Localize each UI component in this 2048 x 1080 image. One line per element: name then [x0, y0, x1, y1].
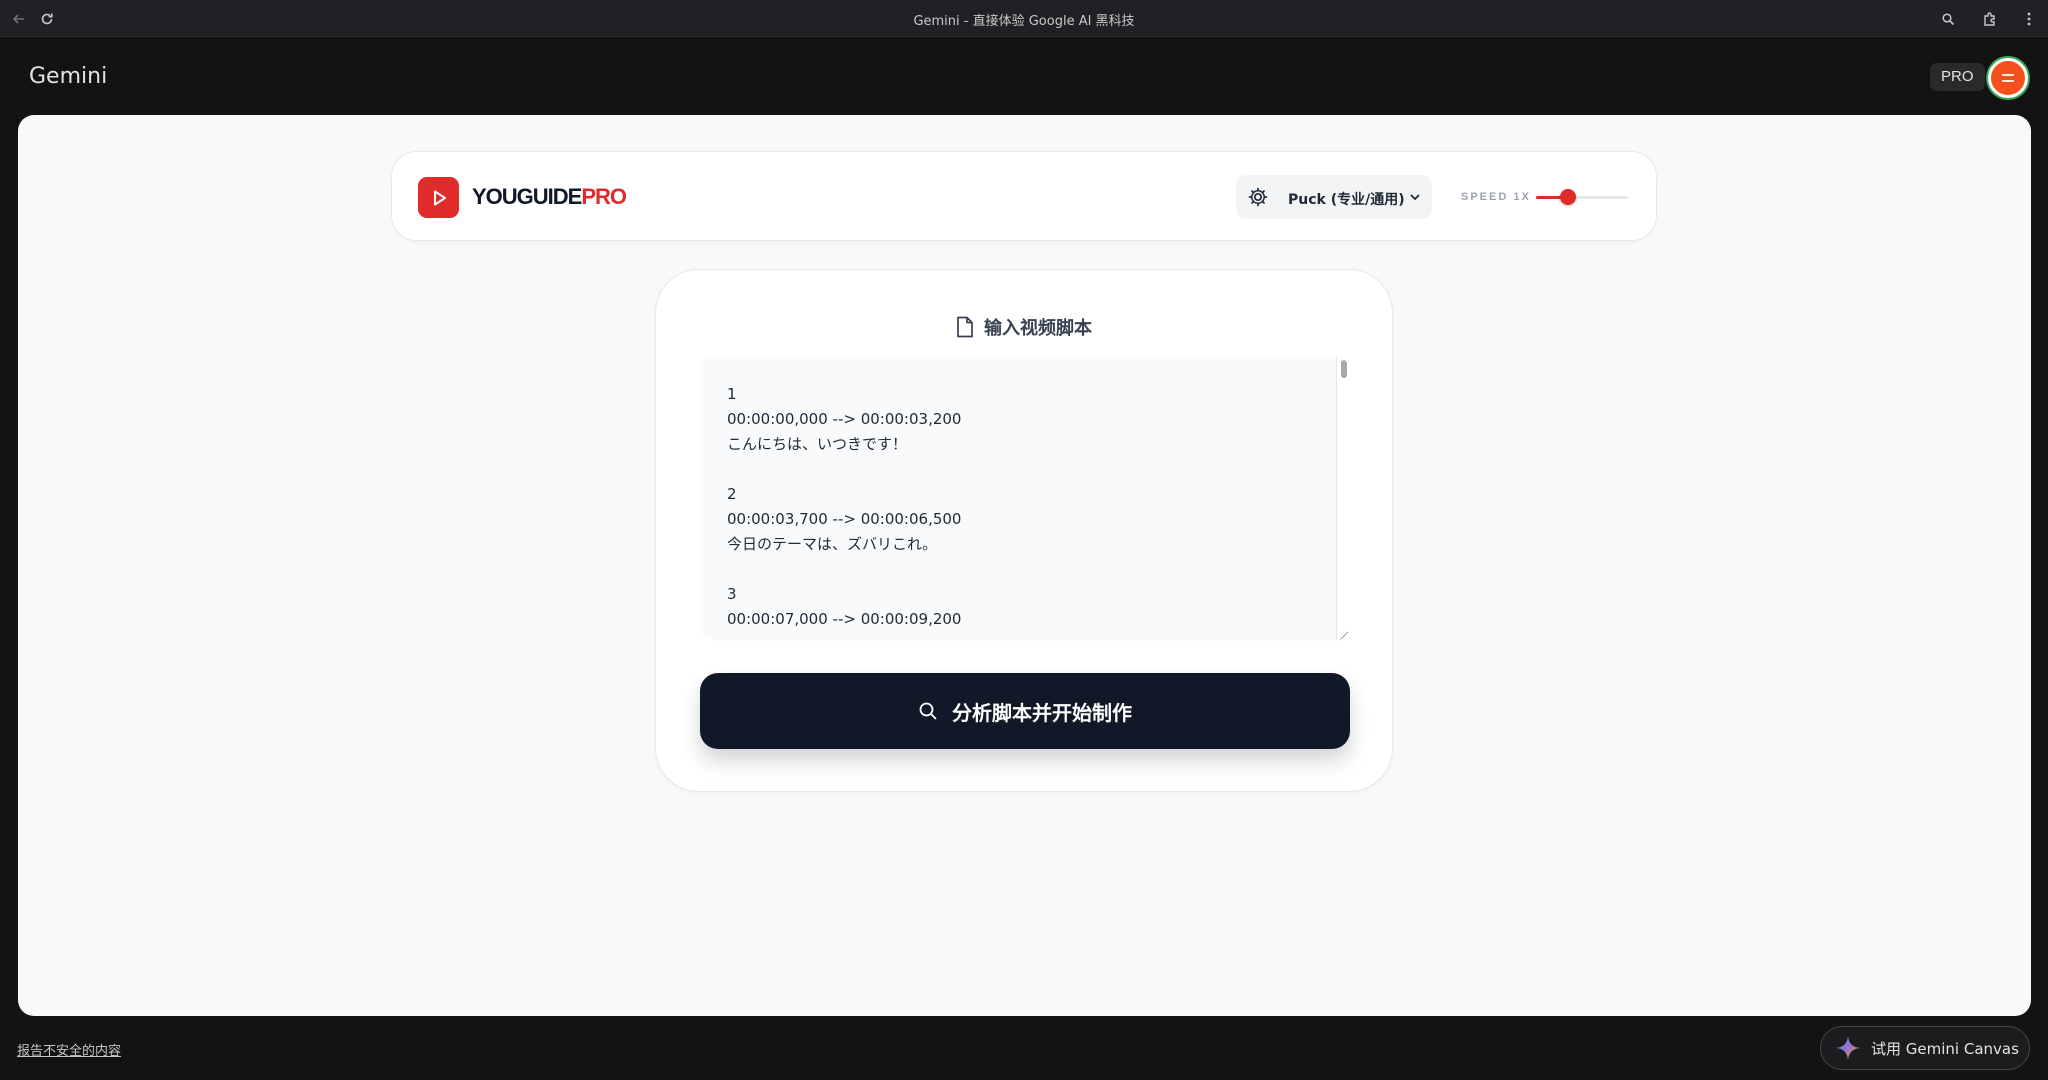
report-unsafe-link[interactable]: 报告不安全的内容 [17, 1040, 121, 1059]
play-logo-icon [418, 177, 459, 218]
speed-label: SPEED 1X [1461, 191, 1531, 203]
document-icon [957, 316, 973, 338]
try-canvas-label: 试用 Gemini Canvas [1871, 1039, 2019, 1058]
gear-icon [1246, 185, 1270, 209]
app-canvas: YOUGUIDEPRO Puck (专业/通用) SPEED 1X 输入视频脚本… [18, 115, 2031, 1016]
try-canvas-button[interactable]: 试用 Gemini Canvas [1820, 1026, 2030, 1070]
more-vertical-icon[interactable] [2019, 9, 2039, 29]
section-title-label: 输入视频脚本 [984, 318, 1092, 339]
avatar[interactable] [1988, 58, 2028, 98]
search-icon [919, 702, 937, 720]
app-bar: Gemini PRO [0, 37, 2048, 115]
script-text[interactable]: 1 00:00:00,000 --> 00:00:03,200 こんにちは、いつ… [727, 382, 1307, 632]
browser-title: Gemini - 直接体验 Google AI 黑科技 [913, 14, 1135, 29]
script-textarea[interactable]: 1 00:00:00,000 --> 00:00:03,200 こんにちは、いつ… [700, 356, 1350, 641]
logo-accent: PRO [581, 184, 627, 209]
app-header: YOUGUIDEPRO Puck (专业/通用) SPEED 1X [391, 151, 1657, 241]
scrollbar-thumb[interactable] [1341, 360, 1347, 378]
speed-slider[interactable] [1536, 187, 1628, 207]
plan-badge: PRO [1930, 63, 1985, 91]
textarea-scrollbar[interactable] [1336, 356, 1350, 641]
analyze-button[interactable]: 分析脚本并开始制作 [700, 673, 1350, 749]
resize-grip-icon[interactable] [1337, 628, 1349, 641]
zoom-icon[interactable] [1938, 9, 1958, 29]
section-title: 输入视频脚本 [656, 314, 1392, 340]
app-title: Gemini [29, 64, 108, 89]
gemini-sparkle-icon [1836, 1036, 1860, 1060]
speed-slider-thumb[interactable] [1560, 189, 1577, 205]
voice-select-value: Puck (专业/通用) [1288, 192, 1405, 208]
logo-wordmark: YOUGUIDEPRO [472, 184, 627, 210]
analyze-button-label: 分析脚本并开始制作 [952, 700, 1132, 725]
logo-main: YOUGUIDE [472, 184, 582, 209]
browser-titlebar: Gemini - 直接体验 Google AI 黑科技 [0, 0, 2048, 37]
voice-select[interactable]: Puck (专业/通用) [1236, 175, 1432, 219]
avatar-glyph-icon [2002, 74, 2014, 82]
extensions-icon[interactable] [1980, 9, 2000, 29]
script-card: 输入视频脚本 1 00:00:00,000 --> 00:00:03,200 こ… [655, 269, 1393, 792]
chevron-down-icon [1408, 190, 1422, 204]
